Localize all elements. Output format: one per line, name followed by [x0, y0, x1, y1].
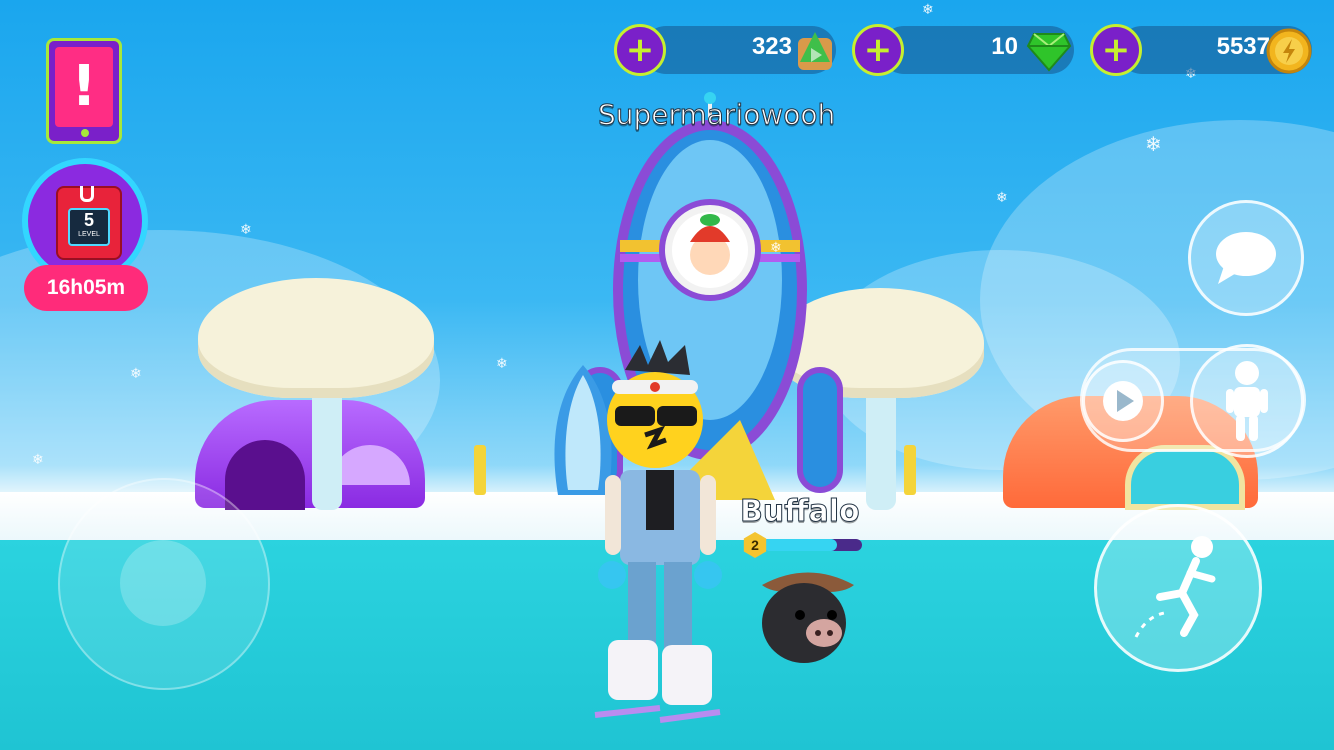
- currency-coins: + 5537: [1090, 24, 1314, 76]
- snowflake-icon: ❄: [240, 222, 252, 238]
- add-gems-button[interactable]: +: [852, 24, 904, 76]
- pet-name-tag: Buffalo: [740, 494, 861, 530]
- add-trees-button[interactable]: +: [614, 24, 666, 76]
- add-coins-button[interactable]: +: [1090, 24, 1142, 76]
- chest-icon: 5 LEVEL: [56, 186, 122, 260]
- snowflake-icon: ❄: [496, 356, 508, 372]
- emote-button[interactable]: [1190, 344, 1304, 458]
- gold-coin-icon: [1266, 28, 1312, 74]
- chest-timer: 16h05m: [24, 265, 148, 311]
- snowflake-icon: ❄: [996, 190, 1008, 206]
- buffalo-pet: [762, 572, 854, 663]
- chat-button[interactable]: [1188, 200, 1304, 316]
- pet-xp-bar: 2: [742, 532, 862, 558]
- igloo-door: [225, 440, 305, 510]
- chest-level-panel: 5 LEVEL: [68, 208, 110, 246]
- trees-count: 323: [751, 33, 792, 60]
- currency-trees: + 323: [614, 24, 838, 76]
- igloo-door-orange: [1125, 445, 1245, 510]
- tree-ticket-icon: [798, 32, 832, 70]
- speech-bubble-icon: [1216, 232, 1276, 284]
- player-avatar: [594, 340, 722, 723]
- notifications-button[interactable]: !: [46, 38, 122, 144]
- play-emote-button[interactable]: [1082, 360, 1164, 442]
- chest-level-number: 5: [83, 210, 94, 230]
- green-gem-icon: [1026, 33, 1072, 72]
- joystick-thumb[interactable]: [120, 540, 206, 626]
- jump-button[interactable]: [1094, 504, 1262, 672]
- pet-xp-fill: [762, 539, 837, 551]
- player-name-tag: Supermariowooh: [597, 98, 836, 132]
- snowflake-icon: ❄: [922, 2, 934, 18]
- currency-gems: + 10: [852, 24, 1076, 76]
- yellow-post: [904, 445, 916, 495]
- jump-runner-icon: [1134, 536, 1216, 638]
- snowflake-icon: ❄: [32, 452, 44, 468]
- alert-icon: !: [55, 47, 113, 127]
- coins-count: 5537: [1216, 33, 1270, 60]
- tree-trunk-left: [312, 380, 342, 510]
- avatar-emote-icon: [1226, 361, 1268, 441]
- snowflake-icon: ❄: [770, 240, 782, 256]
- snowflake-icon: ❄: [1145, 132, 1162, 156]
- yellow-post: [474, 445, 486, 495]
- snowflake-icon: ❄: [130, 366, 142, 382]
- play-triangle-icon: [1103, 381, 1143, 421]
- tree-cap-left: [198, 278, 434, 398]
- gems-count: 10: [991, 33, 1018, 60]
- phone-home-dot: [81, 129, 89, 137]
- chest-level-label: LEVEL: [78, 231, 100, 238]
